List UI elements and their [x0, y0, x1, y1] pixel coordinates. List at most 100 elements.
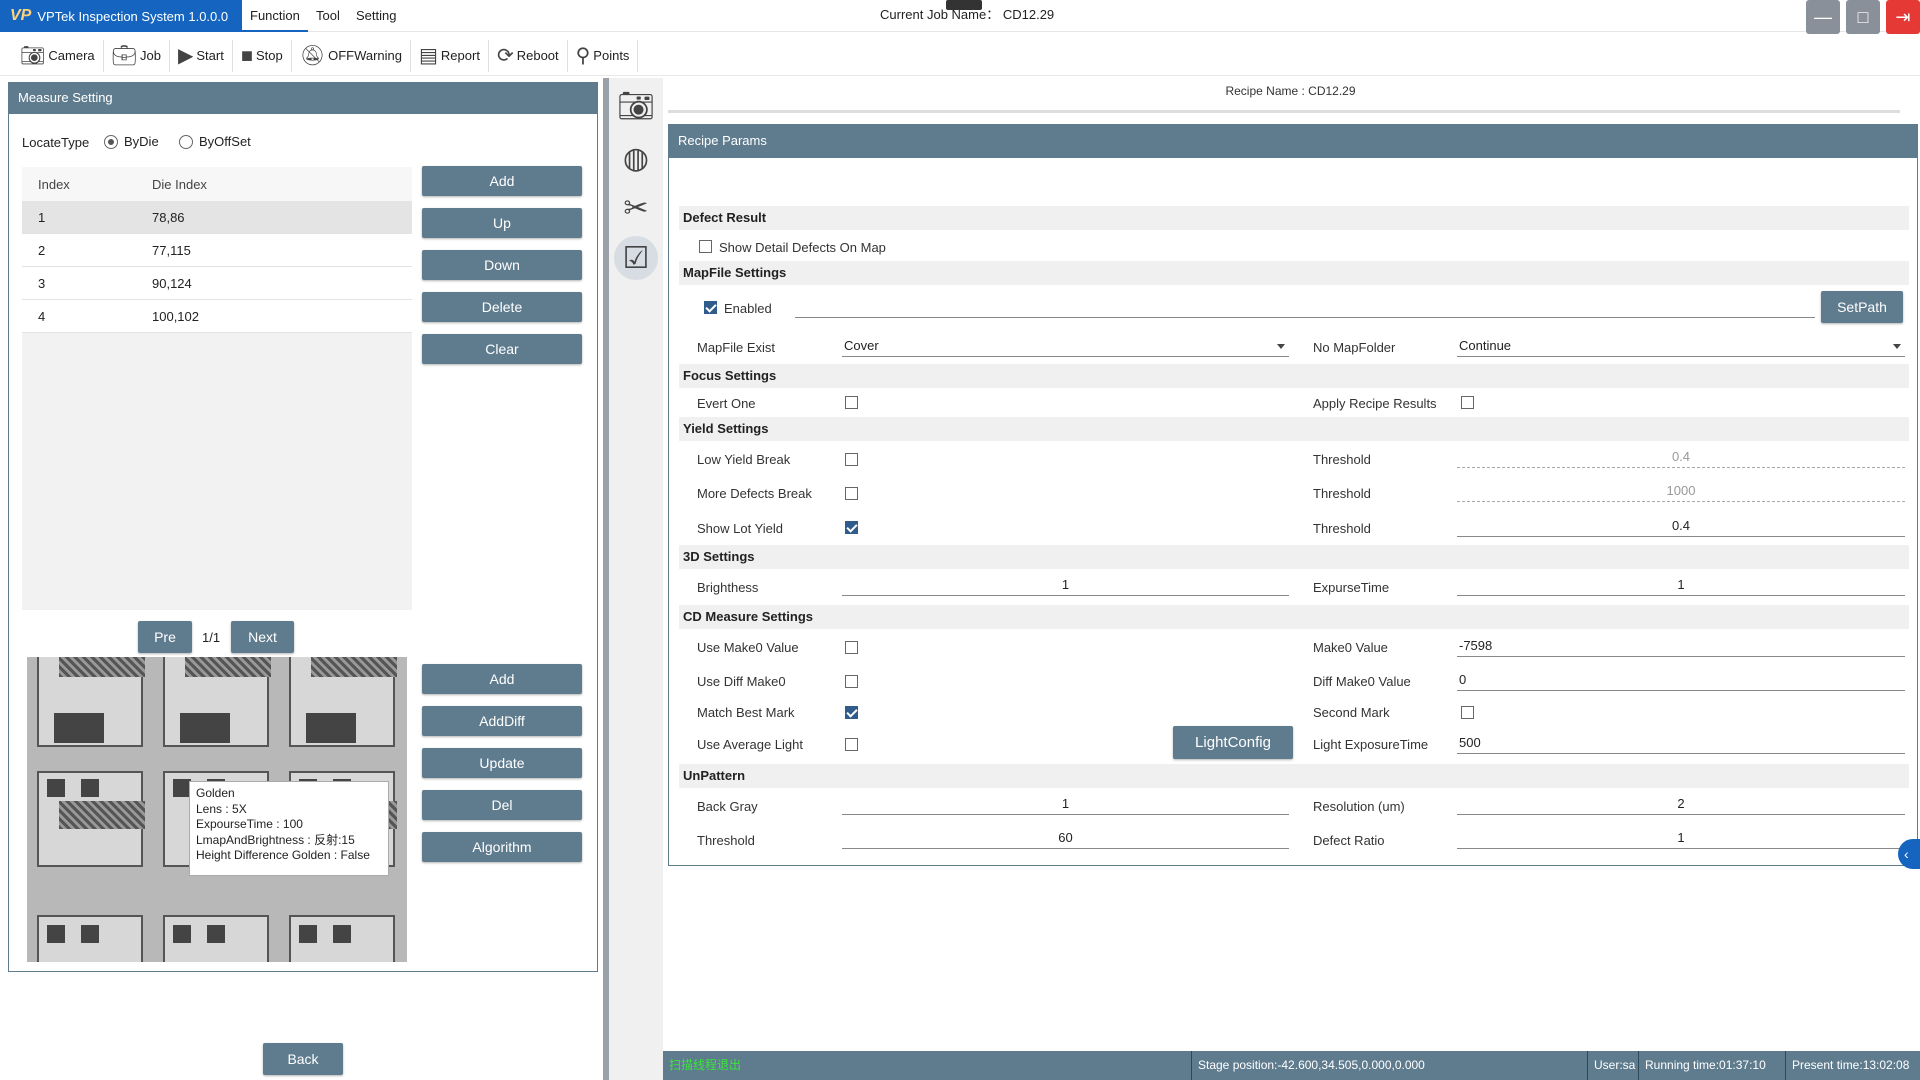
del-button[interactable]: Del	[422, 790, 582, 820]
threshold-lot-field[interactable]: 0.4	[1457, 515, 1905, 537]
table-row[interactable]: 4 100,102	[22, 300, 412, 333]
show-detail-checkbox[interactable]	[699, 240, 712, 253]
reboot-button[interactable]: ⟳ Reboot	[489, 39, 568, 72]
light-exposure-field[interactable]: 500	[1457, 732, 1905, 754]
unpattern-threshold-field[interactable]: 60	[842, 827, 1289, 849]
points-button[interactable]: ⚲ Points	[568, 39, 639, 72]
page-indicator: 1/1	[202, 630, 221, 645]
side-icon-strip: 📷︎ ◍ ✂ ☑	[609, 78, 663, 1080]
brightness-field[interactable]: 1	[842, 574, 1289, 596]
checklist-icon[interactable]: ☑	[614, 236, 658, 280]
no-mapfolder-label: No MapFolder	[1313, 340, 1396, 355]
radio-byoffset[interactable]: ByOffSet	[179, 134, 251, 149]
use-diff-make0-checkbox[interactable]	[845, 675, 858, 688]
off-warning-label: OFFWarning	[328, 48, 403, 63]
chevron-left-icon[interactable]: ‹	[1898, 839, 1920, 869]
radio-byoffset-indicator	[179, 134, 193, 149]
evert-one-checkbox[interactable]	[845, 396, 858, 409]
diff-make0-value-label: Diff Make0 Value	[1313, 674, 1411, 689]
mapfile-path-field[interactable]	[795, 296, 1815, 318]
down-button[interactable]: Down	[422, 250, 582, 280]
match-best-mark-checkbox[interactable]	[845, 706, 858, 719]
use-diff-make0-label: Use Diff Make0	[697, 674, 786, 689]
add-diff-button[interactable]: AddDiff	[422, 706, 582, 736]
table-row[interactable]: 3 90,124	[22, 267, 412, 300]
maximize-button[interactable]: □	[1846, 0, 1880, 34]
more-defects-label: More Defects Break	[697, 486, 812, 501]
menu-setting[interactable]: Setting	[348, 0, 404, 32]
camera-icon[interactable]: 📷︎	[614, 84, 658, 128]
tooltip-line: Height Difference Golden : False	[196, 848, 370, 862]
threshold-more-field[interactable]: 1000	[1457, 480, 1905, 502]
prev-page-button[interactable]: Pre	[138, 621, 192, 653]
setpath-button[interactable]: SetPath	[1821, 291, 1903, 323]
camera-button[interactable]: 📷︎ Camera	[12, 39, 104, 72]
table-row[interactable]: 2 77,115	[22, 234, 412, 267]
more-defects-checkbox[interactable]	[845, 487, 858, 500]
minimize-button[interactable]: —	[1806, 0, 1840, 34]
toolbar: 📷︎ Camera 💼︎ Job ▶ Start ■ Stop 🔕︎ OFFWarning…	[0, 36, 1920, 76]
section-cd-measure: CD Measure Settings	[679, 605, 1909, 629]
low-yield-checkbox[interactable]	[845, 453, 858, 466]
radio-bydie-label: ByDie	[124, 134, 159, 149]
row-die-index: 78,86	[152, 209, 185, 225]
refresh-icon: ⟳	[496, 44, 514, 67]
resolution-field[interactable]: 2	[1457, 793, 1905, 815]
show-lot-yield-checkbox[interactable]	[845, 521, 858, 534]
header-index: Index	[38, 176, 70, 192]
add-golden-button[interactable]: Add	[422, 664, 582, 694]
wafer-map-icon[interactable]: ◍	[614, 136, 658, 180]
threshold-low-field[interactable]: 0.4	[1457, 446, 1905, 468]
off-warning-button[interactable]: 🔕︎ OFFWarning	[292, 39, 412, 72]
job-button[interactable]: 💼︎ Job	[104, 39, 170, 72]
next-page-button[interactable]: Next	[231, 621, 294, 653]
tools-icon[interactable]: ✂	[614, 186, 658, 230]
apply-recipe-label: Apply Recipe Results	[1313, 396, 1437, 411]
row-index: 3	[38, 275, 46, 291]
algorithm-button[interactable]: Algorithm	[422, 832, 582, 862]
add-die-button[interactable]: Add	[422, 166, 582, 196]
delete-button[interactable]: Delete	[422, 292, 582, 322]
running-time: Running time:01:37:10	[1638, 1051, 1766, 1080]
second-mark-checkbox[interactable]	[1461, 706, 1474, 719]
apply-recipe-checkbox[interactable]	[1461, 396, 1474, 409]
diff-make0-value-field[interactable]: 0	[1457, 669, 1905, 691]
mapfile-exist-select[interactable]: Cover	[842, 335, 1289, 357]
back-gray-field[interactable]: 1	[842, 793, 1289, 815]
start-button[interactable]: ▶ Start	[170, 39, 233, 72]
row-die-index: 100,102	[152, 308, 199, 324]
briefcase-icon: 💼︎	[111, 44, 138, 67]
die-cell	[289, 657, 397, 747]
use-make0-checkbox[interactable]	[845, 641, 858, 654]
radio-bydie[interactable]: ByDie	[104, 134, 159, 149]
clear-button[interactable]: Clear	[422, 334, 582, 364]
defect-ratio-field[interactable]: 1	[1457, 827, 1905, 849]
exposure-field[interactable]: 1	[1457, 574, 1905, 596]
section-focus: Focus Settings	[679, 364, 1909, 388]
radio-byoffset-label: ByOffSet	[199, 134, 251, 149]
current-job-value: CD12.29	[1002, 7, 1055, 22]
report-icon: ▤	[419, 44, 438, 67]
stop-icon: ■	[240, 44, 253, 67]
light-exposure-label: Light ExposureTime	[1313, 737, 1429, 752]
table-row[interactable]: 1 78,86	[22, 201, 412, 234]
use-average-light-checkbox[interactable]	[845, 738, 858, 751]
section-unpattern: UnPattern	[679, 764, 1909, 788]
menu-tool[interactable]: Tool	[308, 0, 348, 32]
enabled-checkbox[interactable]	[704, 301, 717, 314]
menu-function[interactable]: Function	[242, 0, 308, 32]
present-time: Present time:13:02:08	[1785, 1051, 1909, 1080]
report-button[interactable]: ▤ Report	[411, 39, 489, 72]
threshold-lot-label: Threshold	[1313, 521, 1371, 536]
light-config-button[interactable]: LightConfig	[1173, 726, 1293, 759]
update-button[interactable]: Update	[422, 748, 582, 778]
defect-ratio-label: Defect Ratio	[1313, 833, 1385, 848]
up-button[interactable]: Up	[422, 208, 582, 238]
exit-button[interactable]: ⇥	[1886, 0, 1920, 34]
no-mapfolder-select[interactable]: Continue	[1457, 335, 1905, 357]
points-label: Points	[593, 48, 630, 63]
row-die-index: 90,124	[152, 275, 192, 291]
make0-value-field[interactable]: -7598	[1457, 635, 1905, 657]
stop-button[interactable]: ■ Stop	[233, 39, 292, 72]
back-button[interactable]: Back	[263, 1043, 343, 1075]
